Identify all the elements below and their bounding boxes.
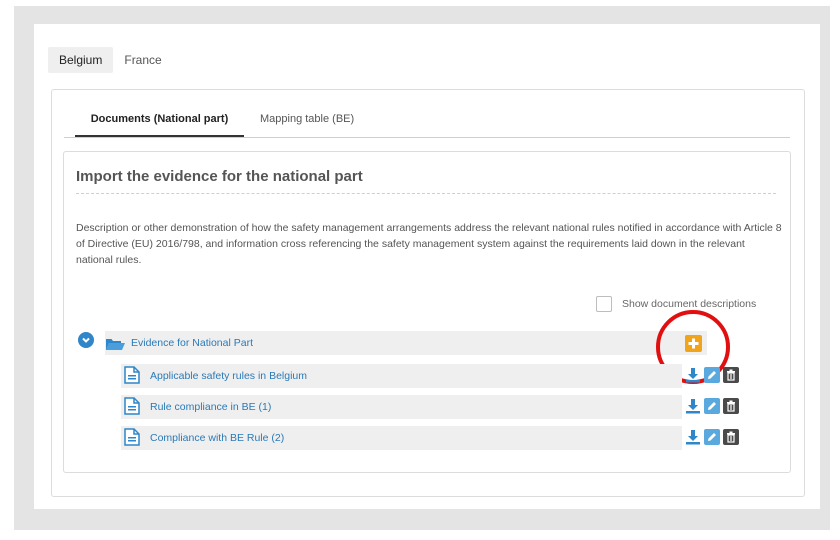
document-actions xyxy=(685,367,739,383)
delete-icon[interactable] xyxy=(723,367,739,383)
tab-france[interactable]: France xyxy=(113,47,172,73)
document-icon xyxy=(124,397,140,420)
document-label[interactable]: Rule compliance in BE (1) xyxy=(150,401,271,413)
delete-icon[interactable] xyxy=(723,398,739,414)
document-icon xyxy=(124,366,140,389)
document-label[interactable]: Compliance with BE Rule (2) xyxy=(150,432,284,444)
document-label[interactable]: Applicable safety rules in Belgium xyxy=(150,370,307,382)
download-icon[interactable] xyxy=(685,398,701,414)
delete-icon[interactable] xyxy=(723,429,739,445)
edit-icon[interactable] xyxy=(704,367,720,383)
download-icon[interactable] xyxy=(685,367,701,383)
section-divider xyxy=(76,193,776,194)
document-tabs: Documents (National part) Mapping table … xyxy=(64,104,790,138)
section-title: Import the evidence for the national par… xyxy=(76,168,363,185)
document-actions xyxy=(685,398,739,414)
show-descriptions-toggle[interactable]: Show document descriptions xyxy=(596,296,756,312)
open-folder-icon xyxy=(106,337,126,356)
tab-documents-national-part[interactable]: Documents (National part) xyxy=(75,104,244,137)
section-description: Description or other demonstration of ho… xyxy=(76,222,782,266)
collapse-chevron-icon[interactable] xyxy=(78,332,94,348)
document-icon xyxy=(124,428,140,451)
country-tabs: Belgium France xyxy=(48,47,173,73)
tab-belgium[interactable]: Belgium xyxy=(48,47,114,73)
edit-icon[interactable] xyxy=(704,429,720,445)
edit-icon[interactable] xyxy=(704,398,720,414)
download-icon[interactable] xyxy=(685,429,701,445)
document-actions xyxy=(685,429,739,445)
tab-mapping-table[interactable]: Mapping table (BE) xyxy=(260,104,354,135)
show-descriptions-checkbox[interactable] xyxy=(596,296,612,312)
folder-label[interactable]: Evidence for National Part xyxy=(131,337,253,349)
show-descriptions-label: Show document descriptions xyxy=(622,298,757,310)
